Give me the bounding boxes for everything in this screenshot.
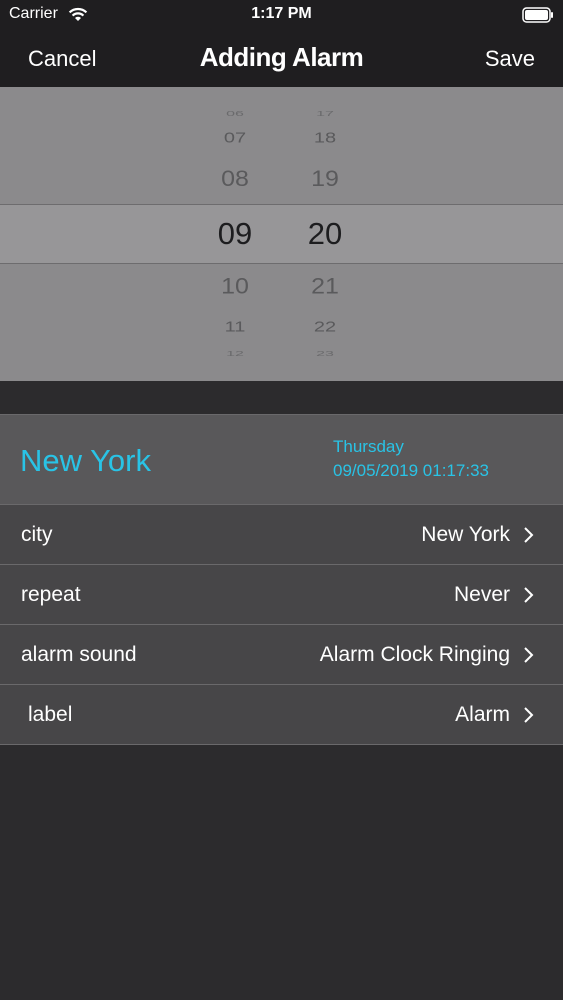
chevron-right-icon xyxy=(524,647,534,663)
minute-option[interactable]: 22 xyxy=(290,319,360,336)
status-bar: Carrier 1:17 PM xyxy=(0,0,563,30)
picker-selection-band xyxy=(0,204,563,264)
hour-wheel[interactable]: 06 07 08 09 10 11 12 xyxy=(200,87,270,381)
hour-option[interactable]: 08 xyxy=(200,166,270,192)
chevron-right-icon xyxy=(524,587,534,603)
selected-hour[interactable]: 09 xyxy=(200,216,270,252)
time-picker[interactable]: 06 07 08 09 10 11 12 17 18 19 20 21 22 2… xyxy=(0,87,563,381)
minute-option[interactable]: 18 xyxy=(290,130,360,147)
city-time-header: New York Thursday 09/05/2019 01:17:33 xyxy=(0,414,563,505)
row-value: Never xyxy=(453,583,510,606)
hour-option[interactable]: 11 xyxy=(200,319,270,336)
minute-option[interactable]: 19 xyxy=(290,166,360,192)
row-label: label xyxy=(28,703,73,726)
minute-option[interactable]: 21 xyxy=(290,273,360,299)
navigation-bar: Cancel Adding Alarm Save xyxy=(0,30,563,87)
hour-option[interactable]: 07 xyxy=(200,130,270,147)
page-title: Adding Alarm xyxy=(199,42,364,72)
city-name: New York xyxy=(20,443,151,478)
alarm-settings-list: city New York repeat Never alarm sound A… xyxy=(0,505,563,745)
hour-option[interactable]: 12 xyxy=(200,350,270,358)
battery-icon xyxy=(522,7,553,23)
city-row[interactable]: city New York xyxy=(0,505,563,565)
hour-option[interactable]: 06 xyxy=(200,110,270,118)
chevron-right-icon xyxy=(524,527,534,543)
save-button[interactable]: Save xyxy=(485,46,535,72)
minute-wheel[interactable]: 17 18 19 20 21 22 23 xyxy=(290,87,360,381)
row-label: repeat xyxy=(21,583,81,606)
row-value: Alarm xyxy=(455,703,510,726)
alarm-sound-row[interactable]: alarm sound Alarm Clock Ringing xyxy=(0,625,563,685)
repeat-row[interactable]: repeat Never xyxy=(0,565,563,625)
row-label: city xyxy=(21,523,53,546)
label-row[interactable]: label Alarm xyxy=(0,685,563,745)
hour-option[interactable]: 10 xyxy=(200,273,270,299)
datetime-label: 09/05/2019 01:17:33 xyxy=(333,461,489,480)
status-time: 1:17 PM xyxy=(251,5,312,22)
chevron-right-icon xyxy=(524,707,534,723)
row-label: alarm sound xyxy=(21,643,137,666)
minute-option[interactable]: 17 xyxy=(290,110,360,118)
minute-option[interactable]: 23 xyxy=(290,350,360,358)
row-value: New York xyxy=(421,523,510,546)
selected-minute[interactable]: 20 xyxy=(290,216,360,252)
row-value: Alarm Clock Ringing xyxy=(319,643,510,666)
weekday-label: Thursday xyxy=(333,437,404,456)
